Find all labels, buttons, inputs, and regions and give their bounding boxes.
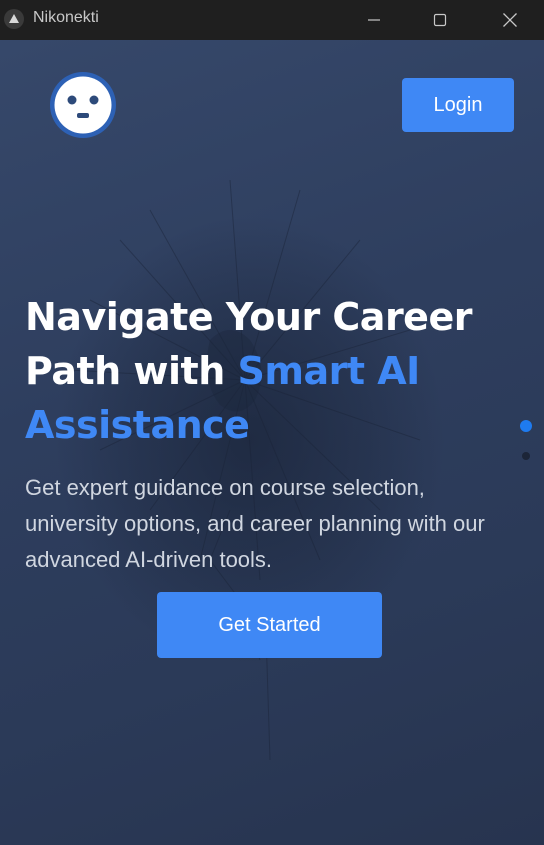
slide-dot-1[interactable] [520, 420, 532, 432]
minimize-button[interactable] [340, 0, 408, 40]
minimize-icon [368, 19, 380, 21]
login-button[interactable]: Login [402, 78, 514, 132]
get-started-button[interactable]: Get Started [157, 592, 382, 658]
app-window: Nikonekti Login Navigate Your Career Pat… [0, 0, 544, 845]
hero-headline: Navigate Your Career Path with Smart AI … [25, 290, 515, 452]
maximize-button[interactable] [406, 0, 474, 40]
maximize-icon [433, 13, 447, 27]
hero-section: Login Navigate Your Career Path with Sma… [0, 40, 544, 845]
robot-face-icon [50, 72, 116, 138]
slide-dot-2[interactable] [522, 452, 530, 460]
hero-description: Get expert guidance on course selection,… [25, 475, 485, 572]
window-title: Nikonekti [33, 9, 99, 26]
app-icon [4, 9, 24, 29]
close-button[interactable] [476, 0, 544, 40]
robot-logo[interactable] [49, 71, 117, 139]
close-icon [503, 13, 517, 27]
title-bar[interactable]: Nikonekti [0, 0, 544, 40]
